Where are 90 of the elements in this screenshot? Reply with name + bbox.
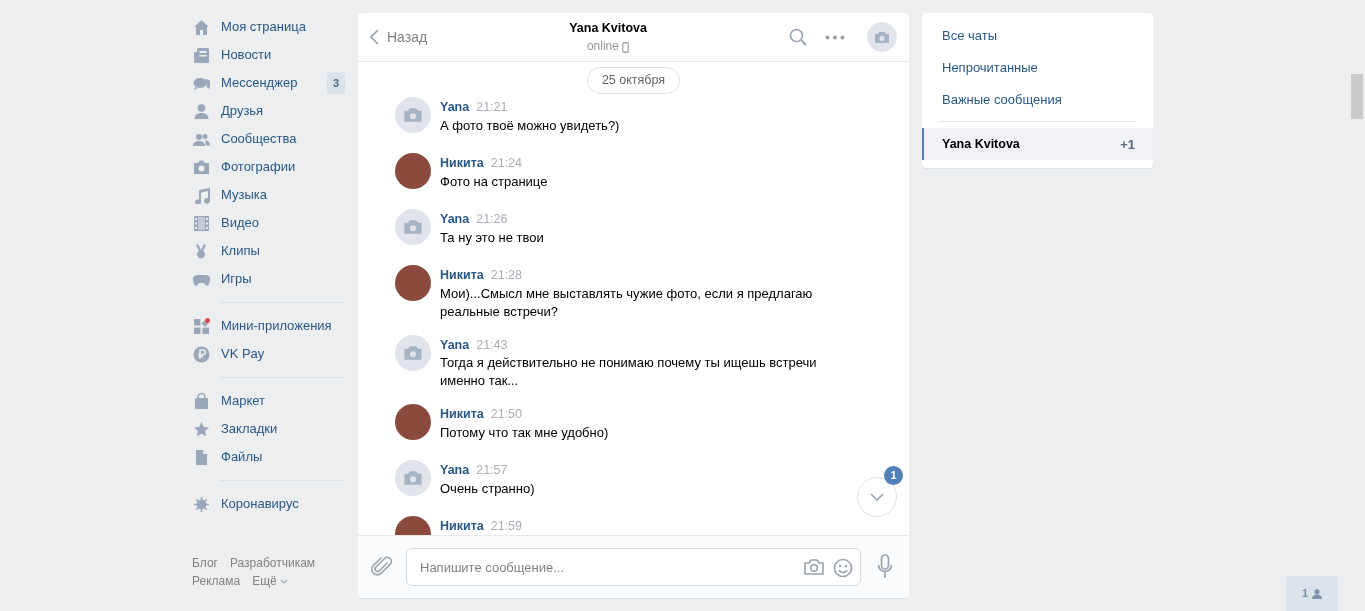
camera-icon	[874, 30, 890, 44]
camera-icon	[193, 158, 210, 176]
file-icon	[193, 448, 210, 466]
message-text: Та ну это не твои	[440, 228, 545, 247]
nav-link[interactable]: Маркет	[192, 387, 345, 415]
message-text: Очень странно)	[440, 480, 536, 498]
camera-icon	[403, 344, 423, 361]
nav-link[interactable]: Фотографии	[192, 153, 345, 181]
virus-icon	[193, 495, 210, 513]
film-icon	[193, 214, 210, 232]
author-name[interactable]: Yana	[440, 211, 470, 226]
filter-link[interactable]: Непрочитанные	[922, 51, 1153, 83]
newspaper-icon	[193, 46, 210, 64]
author-name[interactable]: Никита	[440, 407, 484, 422]
nav-link[interactable]: Сообщества	[192, 125, 345, 153]
message-time: 21:28	[490, 267, 522, 282]
nav-link[interactable]: Закладки	[192, 415, 345, 443]
nav-link[interactable]: Коронавирус	[192, 490, 345, 518]
chevron-down-icon	[870, 493, 884, 501]
avatar-placeholder[interactable]	[395, 460, 431, 497]
message-input[interactable]: Напишите сообщение...	[406, 548, 861, 586]
apps-icon	[193, 317, 210, 335]
nav-link[interactable]: Музыка	[192, 181, 345, 209]
author-name[interactable]: Никита	[440, 267, 484, 282]
nav-link[interactable]: VK Pay	[192, 340, 345, 368]
nav-link[interactable]: Новости	[192, 41, 345, 69]
camera-icon[interactable]	[803, 558, 825, 576]
message-time: 21:43	[476, 337, 508, 352]
author-name[interactable]: Yana	[440, 337, 470, 352]
phone-icon	[622, 41, 630, 53]
avatar-placeholder[interactable]	[395, 334, 431, 371]
date-chip: 25 октября	[586, 67, 681, 94]
caret-icon	[280, 579, 289, 585]
nav-link[interactable]: Мини-приложения	[192, 312, 345, 340]
author-name[interactable]: Yana	[440, 99, 470, 114]
chat-avatar[interactable]	[867, 22, 897, 52]
message-text: Мои)...Смысл мне выставлять чужие фото, если я предлагаю реальные встречи?	[440, 284, 814, 321]
message-time: 21:21	[476, 99, 508, 114]
author-name[interactable]: Yana	[440, 463, 470, 478]
message-time: 21:24	[490, 155, 522, 170]
unread-badge: 1	[884, 466, 903, 485]
message-time: 21:59	[490, 519, 522, 534]
message-time: 21:57	[476, 463, 508, 478]
nav-link[interactable]: Игры	[192, 265, 345, 293]
nav-link[interactable]: Друзья	[192, 97, 345, 125]
photo-placeholder[interactable]	[395, 152, 431, 189]
footer-link[interactable]: Разработчикам	[229, 556, 316, 570]
chat-item[interactable]: Yana Kvitova +1	[922, 128, 1153, 160]
scrollbar[interactable]	[1351, 74, 1363, 119]
more-icon[interactable]	[825, 34, 845, 40]
search-icon[interactable]	[789, 28, 807, 46]
message-text: Фото на странице	[440, 172, 549, 191]
message-text: А фото твоё можно увидеть?)	[440, 116, 621, 135]
chat-title: Yana Kvitova	[568, 19, 648, 37]
footer-link[interactable]: Реклама	[192, 574, 241, 588]
smiley-icon[interactable]	[833, 558, 853, 578]
photo-placeholder[interactable]	[395, 404, 431, 441]
avatar-placeholder[interactable]	[395, 96, 431, 133]
avatar-placeholder[interactable]	[395, 208, 431, 245]
star-icon	[193, 420, 210, 438]
person-icon	[193, 102, 210, 120]
nav-link[interactable]: Клипы	[192, 237, 345, 265]
scroll-down-button[interactable]	[857, 477, 897, 517]
author-name[interactable]: Никита	[440, 155, 484, 170]
message-time: 21:26	[476, 211, 508, 226]
footer-link[interactable]: Блог	[192, 556, 218, 570]
camera-icon	[403, 218, 423, 235]
camera-icon	[403, 106, 423, 123]
home-icon	[193, 18, 210, 36]
filter-link[interactable]: Важные сообщения	[922, 83, 1153, 115]
author-name[interactable]: Никита	[440, 519, 484, 534]
nav-link[interactable]: Моя страница	[192, 13, 345, 41]
nav-link[interactable]: Мессенджер 3	[192, 69, 345, 97]
photo-placeholder[interactable]	[395, 264, 431, 301]
count-badge: 3	[326, 71, 345, 95]
paperclip-icon[interactable]	[370, 555, 394, 579]
music-note-icon	[193, 186, 210, 204]
ruble-icon	[193, 345, 210, 363]
nav-link[interactable]: Файлы	[192, 443, 345, 471]
camera-icon	[403, 470, 423, 487]
back-button[interactable]: Назад	[370, 26, 428, 48]
person-icon	[1312, 588, 1323, 599]
nav-link[interactable]: Видео	[192, 209, 345, 237]
microphone-icon[interactable]	[877, 554, 893, 580]
message-time: 21:50	[490, 407, 522, 422]
online-status: online	[586, 39, 619, 54]
filter-link[interactable]: Все чаты	[922, 19, 1153, 51]
message-text: Потому что так мне удобно)	[440, 424, 610, 442]
bag-icon	[193, 392, 210, 410]
message-text: Тогда я действительно не понимаю почему ты ищешь встречи именно так...	[440, 354, 818, 391]
